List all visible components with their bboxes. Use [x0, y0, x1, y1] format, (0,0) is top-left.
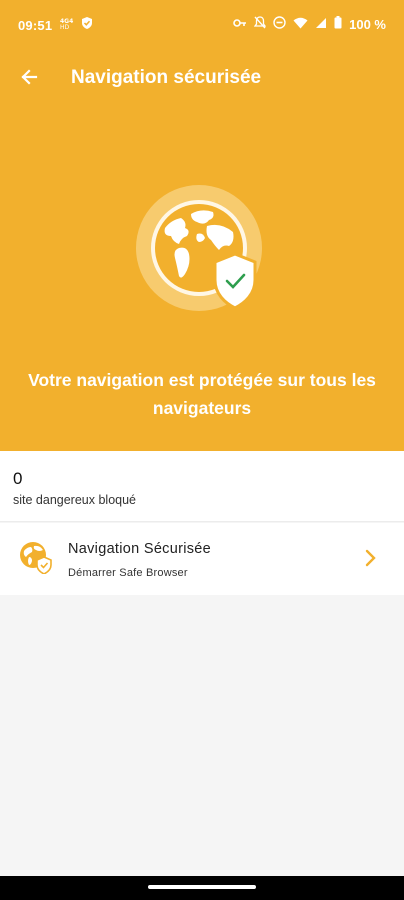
shield-check-icon — [80, 16, 94, 33]
blocked-sites-card: 0 site dangereux bloqué — [0, 451, 404, 522]
globe-shield-icon — [135, 184, 263, 312]
key-icon — [233, 17, 247, 32]
back-button[interactable] — [14, 62, 44, 92]
safe-browsing-row[interactable]: Navigation Sécurisée Démarrer Safe Brows… — [0, 523, 404, 595]
dnd-icon — [273, 16, 286, 32]
status-bar: 09:51 4G4 HD 100 % — [0, 0, 404, 48]
battery-icon — [334, 16, 342, 32]
row-title: Navigation Sécurisée — [68, 541, 212, 557]
row-subtitle: Démarrer Safe Browser — [68, 567, 188, 579]
svg-text:HD: HD — [60, 24, 70, 30]
app-bar: Navigation sécurisée — [0, 56, 404, 100]
arrow-back-icon — [21, 69, 38, 85]
chevron-right-icon — [364, 547, 378, 569]
hero-banner: 09:51 4G4 HD 100 % Navigation sécurisée … — [0, 0, 404, 451]
mute-icon — [253, 16, 267, 32]
blocked-label: site dangereux bloqué — [13, 493, 137, 507]
protection-message: Votre navigation est protégée sur tous l… — [28, 370, 376, 418]
wifi-icon — [293, 17, 308, 32]
home-handle[interactable] — [148, 885, 256, 889]
battery-level: 100 % — [349, 16, 386, 32]
blocked-count: 0 — [13, 469, 23, 488]
page-title: Navigation sécurisée — [71, 67, 262, 88]
signal-icon — [315, 17, 327, 32]
data-saver-icon: 4G4 HD — [60, 16, 74, 33]
system-nav-bar — [0, 876, 404, 900]
globe-shield-icon — [18, 540, 52, 575]
status-time: 09:51 — [18, 18, 53, 33]
